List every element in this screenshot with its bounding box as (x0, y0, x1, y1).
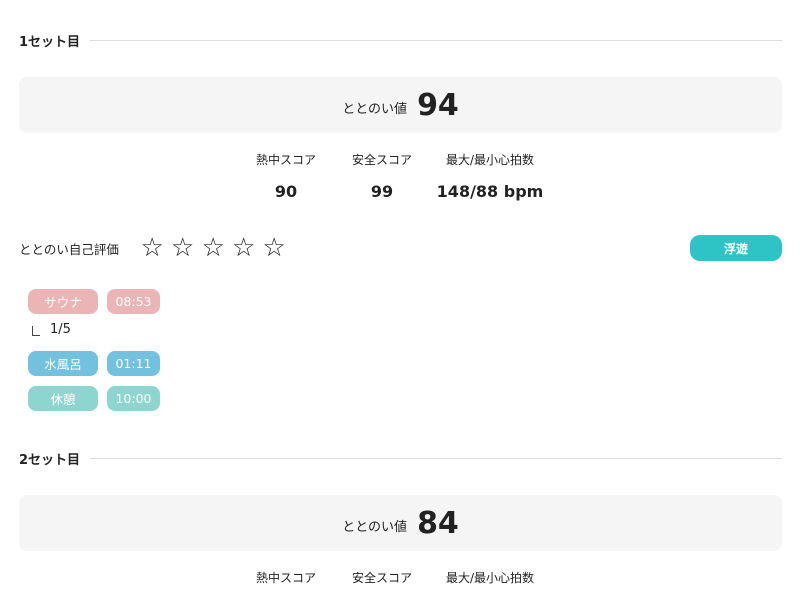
set-2-header: 2セット目 (19, 448, 782, 468)
divider (90, 457, 782, 459)
totonoi-label: ととのい値 (342, 519, 408, 535)
heart-rate-value: 148/88 bpm (436, 182, 544, 201)
star-icon[interactable]: ☆ (228, 235, 259, 261)
set-1-header: 1セット目 (19, 30, 782, 50)
totonoi-value: 94 (417, 87, 459, 123)
heart-rate-label: 最大/最小心拍数 (445, 153, 535, 167)
rest-time: 10:00 (107, 386, 160, 411)
set-2-title: 2セット目 (19, 452, 81, 468)
divider (90, 39, 782, 41)
star-icon[interactable]: ☆ (167, 235, 198, 261)
water-bath-time: 01:11 (107, 351, 160, 376)
star-icon[interactable]: ☆ (137, 235, 168, 261)
star-icon[interactable]: ☆ (259, 235, 290, 261)
set-2-totonoi-box: ととのい値 84 (19, 495, 782, 551)
safety-score: 安全スコア 99 (334, 150, 430, 201)
heart-rate-label: 最大/最小心拍数 (445, 571, 535, 585)
mood-chip[interactable]: 浮遊 (690, 235, 782, 261)
session-detail-page: 1セット目 ととのい値 94 熱中スコア 90 安全スコア 99 最大/最小心拍… (0, 0, 800, 600)
sauna-label: サウナ (28, 289, 98, 314)
heat-score-label: 熱中スコア (255, 153, 316, 167)
branch-icon (32, 325, 40, 336)
sauna-time: 08:53 (107, 289, 160, 314)
heart-rate: 最大/最小心拍数 (430, 568, 550, 588)
safety-score-label: 安全スコア (351, 571, 412, 585)
heat-score-value: 90 (274, 182, 298, 201)
self-evaluation-row: ととのい自己評価 ☆ ☆ ☆ ☆ ☆ 浮遊 (19, 234, 782, 262)
star-icon[interactable]: ☆ (198, 235, 229, 261)
safety-score-label: 安全スコア (351, 153, 412, 167)
water-bath-label: 水風呂 (28, 351, 98, 376)
heart-rate: 最大/最小心拍数 148/88 bpm (430, 150, 550, 201)
heat-score: 熱中スコア 90 (238, 150, 334, 201)
rest-label: 休憩 (28, 386, 98, 411)
self-eval-label: ととのい自己評価 (19, 241, 119, 257)
safety-score-value: 99 (370, 182, 394, 201)
star-rating[interactable]: ☆ ☆ ☆ ☆ ☆ (137, 235, 290, 261)
heat-score: 熱中スコア (238, 568, 334, 588)
water-bath-step: 水風呂 01:11 (28, 351, 160, 376)
totonoi-value: 84 (417, 505, 459, 541)
sauna-sub-count: 1/5 (32, 322, 71, 337)
set-1-title: 1セット目 (19, 34, 81, 50)
set-1-stats: 熱中スコア 90 安全スコア 99 最大/最小心拍数 148/88 bpm (238, 150, 550, 201)
safety-score: 安全スコア (334, 568, 430, 588)
sauna-step: サウナ 08:53 (28, 289, 160, 314)
totonoi-label: ととのい値 (342, 101, 408, 117)
rest-step: 休憩 10:00 (28, 386, 160, 411)
heat-score-label: 熱中スコア (255, 571, 316, 585)
set-2-stats: 熱中スコア 安全スコア 最大/最小心拍数 (238, 568, 550, 588)
set-1-totonoi-box: ととのい値 94 (19, 77, 782, 133)
sub-count-value: 1/5 (50, 322, 71, 337)
